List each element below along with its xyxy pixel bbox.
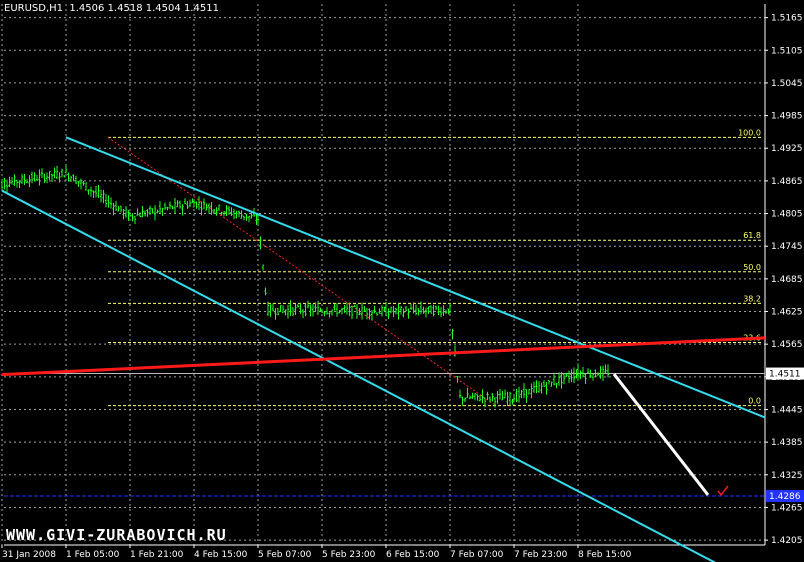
time-tick-label: 5 Feb 23:00 xyxy=(322,550,376,560)
price-tick-label: 1.4925 xyxy=(771,144,803,154)
price-tick-label: 1.4385 xyxy=(771,438,803,448)
blue-price-label: 1.4286 xyxy=(769,492,801,502)
time-tick-label: 4 Feb 15:00 xyxy=(194,550,248,560)
price-tick-label: 1.4865 xyxy=(771,177,803,187)
price-tick-label: 1.5045 xyxy=(771,79,803,89)
price-tick-label: 1.4205 xyxy=(771,536,803,546)
watermark: WWW.GIVI-ZURABOVICH.RU xyxy=(6,526,227,544)
time-tick-label: 7 Feb 23:00 xyxy=(514,550,568,560)
price-tick-label: 1.4625 xyxy=(771,308,803,318)
red-trend-line xyxy=(1,336,766,377)
projection-line xyxy=(612,373,710,496)
time-tick-label: 8 Feb 15:00 xyxy=(578,550,632,560)
time-tick-label: 1 Feb 05:00 xyxy=(66,550,120,560)
time-tick-label: 1 Feb 21:00 xyxy=(130,550,184,560)
price-tick-label: 1.4745 xyxy=(771,242,803,252)
price-chart[interactable]: 1.5165 1.5105 1.5045 1.4985 1.4925 1.4865 1.48… xyxy=(0,0,804,562)
fib-level-label: 0.0 xyxy=(748,397,761,406)
time-tick-label: 5 Feb 07:00 xyxy=(258,550,312,560)
price-tick-label: 1.4685 xyxy=(771,275,803,285)
fib-level-label: 38.2 xyxy=(743,294,761,303)
price-tick-label: 1.4325 xyxy=(771,471,803,481)
current-price-label: 1.4511 xyxy=(769,370,801,380)
channel-upper-line xyxy=(65,136,766,419)
price-tick-label: 1.5165 xyxy=(771,14,803,24)
price-tick-label: 1.4805 xyxy=(771,210,803,220)
time-tick-label: 31 Jan 2008 xyxy=(2,550,56,560)
time-tick-label: 7 Feb 07:00 xyxy=(450,550,504,560)
checkmark-icon xyxy=(717,485,729,497)
fib-level-label: 61.8 xyxy=(743,231,761,240)
price-tick-label: 1.4265 xyxy=(771,503,803,513)
price-tick-label: 1.5105 xyxy=(771,46,803,56)
fib-level-label: 50.0 xyxy=(743,263,761,272)
price-tick-label: 1.4565 xyxy=(771,340,803,350)
fib-level-label: 100.0 xyxy=(738,128,761,137)
time-tick-label: 6 Feb 15:00 xyxy=(386,550,440,560)
price-tick-label: 1.4445 xyxy=(771,405,803,415)
price-tick-label: 1.4985 xyxy=(771,112,803,122)
